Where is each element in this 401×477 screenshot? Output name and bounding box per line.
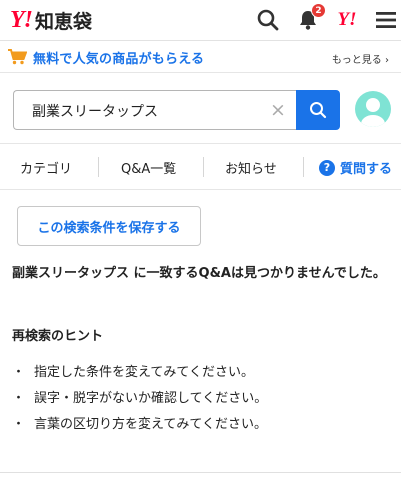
logo-text: 知恵袋 [35, 10, 93, 33]
search-icon[interactable] [254, 6, 282, 34]
hint-text: 指定した条件を変えてみてください。 [34, 364, 254, 380]
bullet: ・ [12, 416, 26, 432]
hint-text: 言葉の区切り方を変えてみてください。 [34, 416, 267, 432]
menu-icon[interactable] [372, 6, 400, 34]
promo-more-link[interactable]: もっと見る › [332, 51, 389, 66]
question-icon: ? [319, 159, 335, 176]
clear-icon[interactable]: × [270, 99, 286, 121]
nav-item-category[interactable]: カテゴリ [20, 158, 72, 177]
nav-divider [203, 157, 204, 177]
search-button[interactable] [296, 90, 340, 130]
search-input-value: 副業スリータップス [32, 104, 158, 120]
promo-text: 無料で人気の商品がもらえる [33, 52, 205, 67]
divider [0, 472, 401, 473]
yahoo-top-link[interactable]: Y! [333, 6, 361, 34]
search-button-icon [310, 102, 327, 119]
hint-title: 再検索のヒント [12, 329, 104, 344]
nav-bar: カテゴリ Q&A一覧 お知らせ ? 質問する [0, 144, 401, 190]
bullet: ・ [12, 390, 26, 406]
search-row: 副業スリータップス × [0, 73, 401, 144]
nav-item-qa-list[interactable]: Q&A一覧 [121, 158, 176, 177]
app-header: Y! 知恵袋 2 Y! [0, 0, 401, 41]
bullet: ・ [12, 364, 26, 380]
user-avatar-icon [361, 98, 385, 127]
ask-question-button[interactable]: ? 質問する [319, 158, 392, 177]
list-item: ・言葉の区切り方を変えてみてください。 [12, 409, 392, 435]
nav-item-notices[interactable]: お知らせ [225, 158, 277, 177]
yahoo-chiebukuro-logo[interactable]: Y! 知恵袋 [10, 6, 92, 34]
hint-list: ・指定した条件を変えてみてください。 ・誤字・脱字がないか確認してください。 ・… [12, 357, 392, 435]
save-search-condition-button[interactable]: この検索条件を保存する [17, 206, 201, 246]
logo-mark: Y! [10, 6, 33, 33]
yahoo-mark: Y! [337, 9, 357, 30]
notification-bell-icon[interactable]: 2 [294, 3, 326, 34]
notification-badge: 2 [311, 3, 326, 18]
avatar[interactable] [355, 91, 391, 127]
search-input[interactable]: 副業スリータップス × [13, 90, 296, 130]
no-result-message: 副業スリータップス に一致するQ&Aは見つかりませんでした。 [12, 266, 386, 281]
list-item: ・指定した条件を変えてみてください。 [12, 357, 392, 383]
nav-divider [303, 157, 304, 177]
hint-text: 誤字・脱字がないか確認してください。 [34, 390, 268, 406]
list-item: ・誤字・脱字がないか確認してください。 [12, 383, 392, 409]
nav-divider [98, 157, 99, 177]
shopping-cart-icon [7, 49, 28, 69]
promo-banner[interactable]: 無料で人気の商品がもらえる もっと見る › [0, 41, 401, 73]
ask-question-label: 質問する [340, 162, 393, 177]
